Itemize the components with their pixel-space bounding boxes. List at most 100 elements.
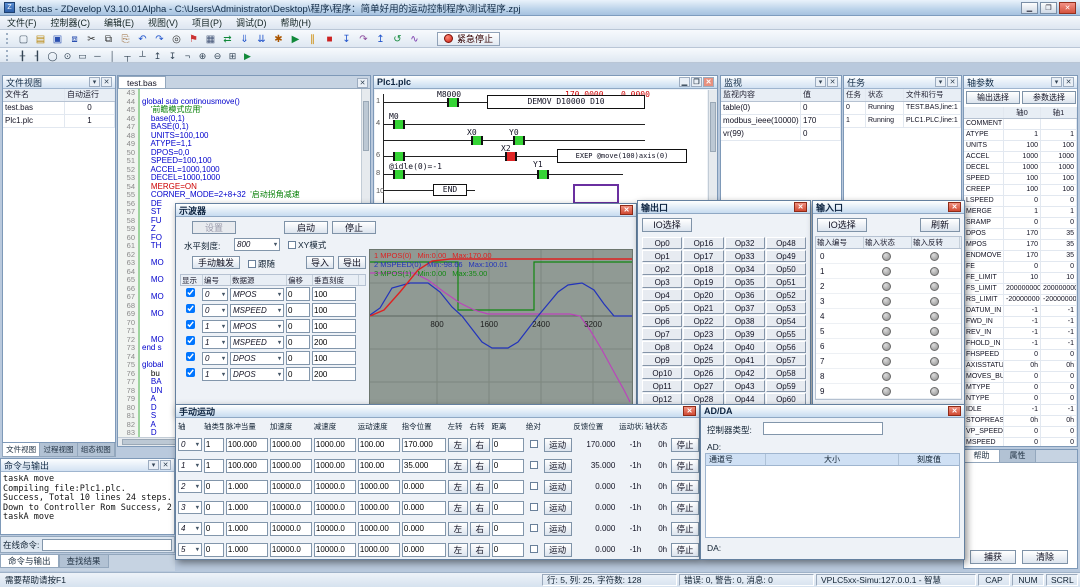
input-invert-indicator[interactable] [930, 372, 939, 381]
move-button[interactable]: 运动 [544, 501, 572, 515]
output-button[interactable]: Op7 [642, 328, 682, 340]
file-row[interactable]: Plc1.plc1 [3, 115, 115, 128]
decel-input[interactable] [314, 480, 356, 494]
output-button[interactable]: Op26 [683, 367, 723, 379]
channel-offset-input[interactable] [286, 351, 310, 365]
axis-select[interactable]: 5▾ [178, 543, 202, 556]
dpos-input[interactable] [402, 438, 446, 452]
pin-icon[interactable]: ▾ [148, 460, 159, 470]
import-button[interactable]: 导入 [306, 256, 334, 269]
run-icon[interactable]: ▶ [287, 31, 304, 46]
ladder-selection-cursor[interactable] [573, 184, 619, 204]
console-output[interactable]: taskA moveCompiling file:Plc1.plc.Succes… [3, 475, 172, 532]
axis-select[interactable]: 1▾ [178, 459, 202, 472]
jog-right-button[interactable]: 右 [470, 459, 490, 473]
axis-param-row[interactable]: MSPEED00 [964, 438, 1077, 447]
absolute-checkbox[interactable] [530, 461, 538, 469]
channel-scale-input[interactable] [312, 367, 356, 381]
output-button[interactable]: Op33 [725, 250, 765, 262]
move-button[interactable]: 运动 [544, 522, 572, 536]
units-input[interactable] [226, 459, 268, 473]
save-all-icon[interactable]: ⧈ [66, 31, 83, 46]
channel-source-select[interactable]: DPOS▾ [230, 352, 284, 365]
contact-x1[interactable] [393, 152, 405, 161]
stop-button[interactable]: 停止 [671, 438, 699, 452]
cut-icon[interactable]: ✂ [83, 31, 100, 46]
task-row[interactable]: 0RunningTEST.BAS,line:1 [844, 102, 961, 115]
input-invert-indicator[interactable] [930, 327, 939, 336]
jog-left-button[interactable]: 左 [448, 459, 468, 473]
speed-input[interactable] [358, 501, 400, 515]
axis-param-row[interactable]: ACCEL10001000 [964, 152, 1077, 163]
axis-param-row[interactable]: FWD_IN-1-1 [964, 317, 1077, 328]
axis-param-row[interactable]: FE00 [964, 262, 1077, 273]
axis-param-row[interactable]: LSPEED00 [964, 196, 1077, 207]
close-icon[interactable]: ✕ [101, 77, 112, 87]
decel-input[interactable] [314, 501, 356, 515]
tab-file-view[interactable]: 文件视图 [3, 443, 40, 456]
output-button[interactable]: Op53 [766, 302, 806, 314]
output-button[interactable]: Op40 [725, 341, 765, 353]
pin-icon[interactable]: ▾ [89, 77, 100, 87]
output-button[interactable]: Op51 [766, 276, 806, 288]
axis-select[interactable]: 0▾ [178, 438, 202, 451]
minimize-icon[interactable]: ▁ [679, 77, 690, 87]
output-button[interactable]: Op54 [766, 315, 806, 327]
output-button[interactable]: Op17 [683, 250, 723, 262]
axis-param-row[interactable]: UNITS100100 [964, 141, 1077, 152]
accel-input[interactable] [270, 501, 312, 515]
channel-source-select[interactable]: MPOS▾ [230, 320, 284, 333]
decel-input[interactable] [314, 438, 356, 452]
end-block[interactable]: END [433, 184, 467, 196]
decel-input[interactable] [314, 522, 356, 536]
move-button[interactable]: 运动 [544, 459, 572, 473]
capture-button[interactable]: 捕获 [970, 550, 1016, 564]
input-invert-indicator[interactable] [930, 252, 939, 261]
tab-find-results[interactable]: 查找结果 [59, 555, 109, 568]
axis-param-row[interactable]: IDLE-1-1 [964, 405, 1077, 416]
menu-item[interactable]: 文件(F) [0, 16, 44, 30]
contact-x2[interactable] [505, 152, 517, 161]
channel-axis-select[interactable]: 0▾ [202, 304, 228, 317]
save-icon[interactable]: ▣ [49, 31, 66, 46]
axis-param-row[interactable]: RS_LIMIT-200000000-200000000 [964, 295, 1077, 306]
jog-left-button[interactable]: 左 [448, 543, 468, 557]
ladder-hline-icon[interactable]: ─ [90, 49, 105, 62]
minimize-button[interactable]: ▁ [1021, 2, 1038, 14]
restore-icon[interactable]: ❐ [691, 77, 702, 87]
distance-input[interactable] [492, 543, 524, 557]
channel-axis-select[interactable]: 1▾ [202, 368, 228, 381]
step-out-icon[interactable]: ↥ [372, 31, 389, 46]
pause-icon[interactable]: ∥ [304, 31, 321, 46]
hscale-input[interactable]: 800▾ [234, 238, 280, 251]
pin-icon[interactable]: ▾ [935, 77, 946, 87]
channel-axis-select[interactable]: 0▾ [202, 288, 228, 301]
output-io-select-button[interactable]: IO选择 [642, 218, 692, 232]
channel-offset-input[interactable] [286, 335, 310, 349]
stop-button[interactable]: 停止 [671, 543, 699, 557]
speed-input[interactable] [358, 522, 400, 536]
axis-param-row[interactable]: FHOLD_IN-1-1 [964, 339, 1077, 350]
axis-type-input[interactable] [204, 501, 224, 515]
window-layout-icon[interactable]: ▦ [202, 31, 219, 46]
demov-block[interactable]: DEMOV D10000 D10 [487, 95, 645, 109]
manual-trigger-button[interactable]: 手动触发 [192, 256, 240, 269]
move-button[interactable]: 运动 [544, 480, 572, 494]
units-input[interactable] [226, 501, 268, 515]
tab-command-output[interactable]: 命令与输出 [0, 555, 59, 568]
ladder-join-icon[interactable]: ┴ [135, 49, 150, 62]
jog-right-button[interactable]: 右 [470, 501, 490, 515]
close-icon[interactable]: ✕ [1063, 77, 1074, 87]
close-icon[interactable]: ✕ [948, 202, 961, 212]
stop-button[interactable]: 停止 [671, 459, 699, 473]
axis-type-input[interactable] [204, 522, 224, 536]
output-button[interactable]: Op42 [725, 367, 765, 379]
channel-axis-select[interactable]: 0▾ [202, 352, 228, 365]
output-button[interactable]: Op48 [766, 237, 806, 249]
axis-param-row[interactable]: MPOS17035 [964, 240, 1077, 251]
pin-icon[interactable]: ▾ [815, 77, 826, 87]
stop-button[interactable]: 停止 [671, 501, 699, 515]
channel-offset-input[interactable] [286, 287, 310, 301]
accel-input[interactable] [270, 543, 312, 557]
connect-icon[interactable]: ⇄ [219, 31, 236, 46]
